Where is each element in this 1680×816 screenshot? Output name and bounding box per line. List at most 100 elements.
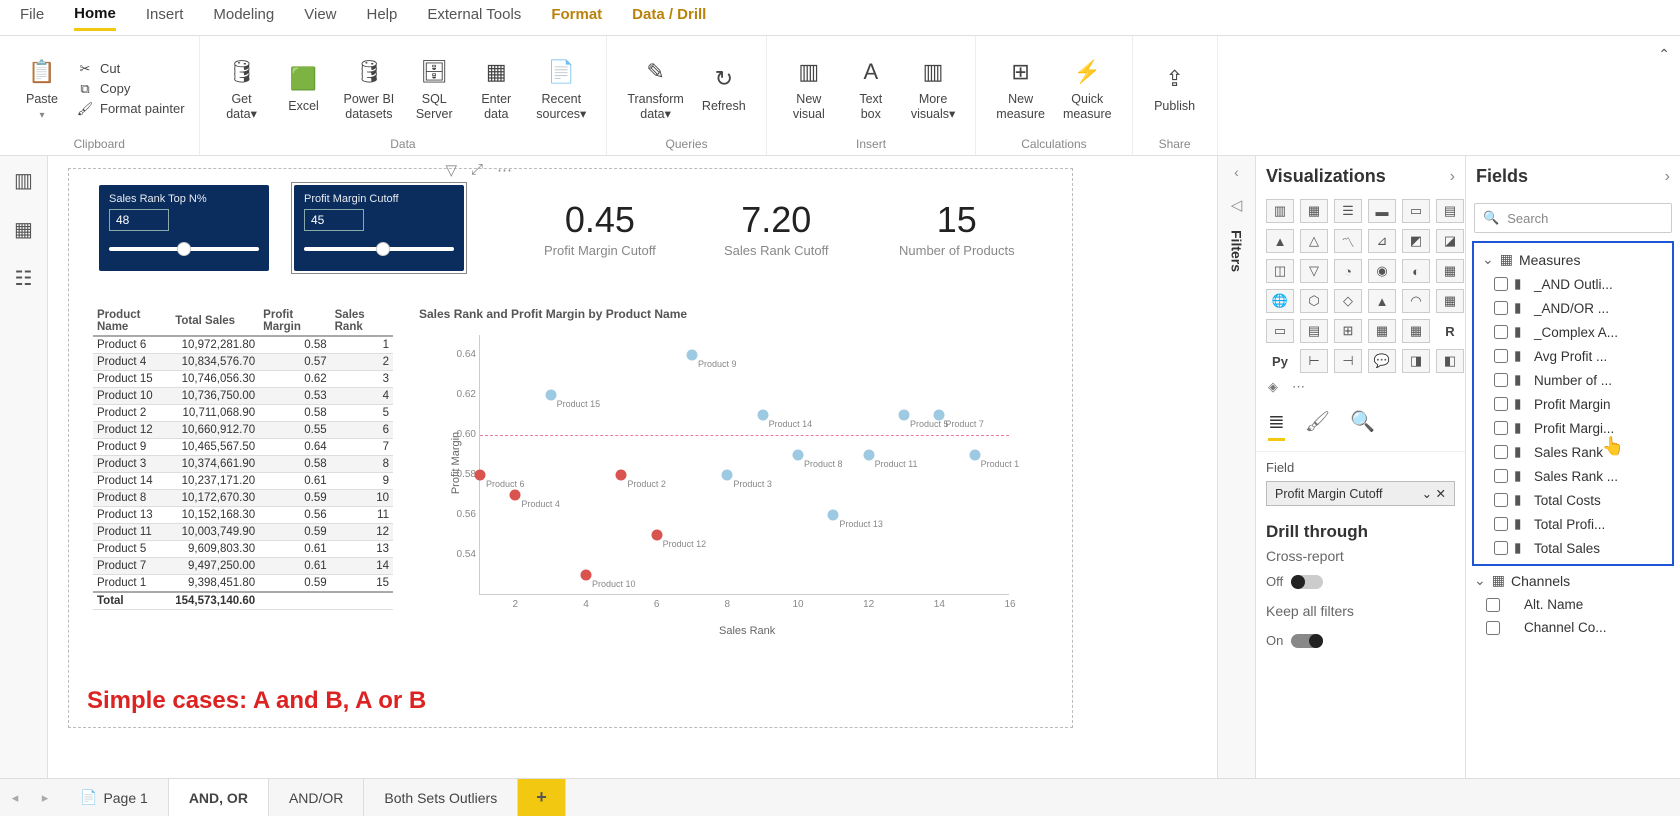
table-row[interactable]: Product 610,972,281.800.581	[93, 336, 393, 354]
chevron-right-icon[interactable]: ›	[1450, 168, 1455, 186]
viz-type-icon[interactable]: 〽	[1334, 229, 1362, 253]
excel-button[interactable]: 🟩Excel	[276, 59, 332, 117]
product-table[interactable]: Product NameTotal SalesProfit MarginSale…	[93, 307, 393, 610]
field-item[interactable]: Channel Co...	[1468, 616, 1678, 639]
filter-icon[interactable]: ▽	[445, 161, 457, 179]
field-item[interactable]: Alt. Name	[1468, 593, 1678, 616]
ribbon-tab-external-tools[interactable]: External Tools	[427, 6, 521, 29]
field-checkbox[interactable]	[1494, 301, 1508, 315]
ribbon-tab-home[interactable]: Home	[74, 5, 116, 31]
col-header[interactable]: Total Sales	[171, 307, 259, 336]
col-header[interactable]: Sales Rank	[331, 307, 393, 336]
chevron-right-icon[interactable]: ›	[1665, 168, 1670, 186]
new-measure-button[interactable]: ⊞New measure	[990, 52, 1051, 125]
data-point[interactable]	[545, 390, 556, 401]
table-row[interactable]: Product 19,398,451.800.5915	[93, 575, 393, 593]
data-point[interactable]	[687, 350, 698, 361]
cross-report-toggle[interactable]: Off	[1256, 568, 1465, 595]
eye-icon[interactable]: ◁	[1231, 196, 1243, 214]
field-item[interactable]: ▮Sales Rank ...	[1476, 464, 1670, 488]
table-row[interactable]: Product 1110,003,749.900.5912	[93, 524, 393, 541]
page-tab[interactable]: 📄Page 1	[60, 779, 169, 816]
analytics-tab-icon[interactable]: 🔍	[1350, 409, 1375, 441]
page-tab[interactable]: AND, OR	[169, 779, 269, 816]
collapse-ribbon-button[interactable]: ⌃	[1658, 46, 1670, 63]
add-page-button[interactable]: +	[518, 779, 566, 816]
copy-button[interactable]: ⧉Copy	[76, 81, 185, 97]
field-item[interactable]: ▮Avg Profit ...	[1476, 344, 1670, 368]
field-checkbox[interactable]	[1494, 541, 1508, 555]
field-checkbox[interactable]	[1494, 397, 1508, 411]
ribbon-tab-data-drill[interactable]: Data / Drill	[632, 6, 706, 29]
viz-type-icon[interactable]: R	[1436, 319, 1464, 343]
channels-header[interactable]: ⌄ ▦ Channels	[1468, 568, 1678, 593]
pbi-datasets-button[interactable]: 🛢Power BI datasets	[338, 52, 401, 125]
tab-next-button[interactable]: ▸	[30, 779, 60, 816]
recent-sources-button[interactable]: 📄Recent sources▾	[530, 52, 592, 125]
report-canvas[interactable]: ▽ ⤢ ⋯ Sales Rank Top N% 48 Profit Margin…	[68, 168, 1073, 728]
slicer-handle[interactable]	[376, 242, 390, 256]
data-point[interactable]	[793, 450, 804, 461]
slicer-sales-rank[interactable]: Sales Rank Top N% 48	[99, 185, 269, 271]
viz-type-icon[interactable]: ▥	[1266, 199, 1294, 223]
col-header[interactable]: Product Name	[93, 307, 171, 336]
field-pill[interactable]: Profit Margin Cutoff ⌄ ✕	[1266, 481, 1455, 506]
page-tab[interactable]: AND/OR	[269, 779, 364, 816]
tab-prev-button[interactable]: ◂	[0, 779, 30, 816]
slicer-handle[interactable]	[177, 242, 191, 256]
table-row[interactable]: Product 1210,660,912.700.556	[93, 422, 393, 439]
diamond-icon[interactable]: ◈	[1268, 379, 1278, 395]
viz-type-icon[interactable]: ▦	[1368, 319, 1396, 343]
viz-type-icon[interactable]: ◧	[1436, 349, 1464, 373]
viz-type-icon[interactable]: ⬡	[1300, 289, 1328, 313]
sql-button[interactable]: 🗄SQL Server	[406, 52, 462, 125]
table-row[interactable]: Product 1310,152,168.300.5611	[93, 507, 393, 524]
viz-type-icon[interactable]: ▬	[1368, 199, 1396, 223]
measures-header[interactable]: ⌄ ▦ Measures	[1476, 247, 1670, 272]
data-point[interactable]	[616, 470, 627, 481]
data-point[interactable]	[863, 450, 874, 461]
data-point[interactable]	[722, 470, 733, 481]
col-header[interactable]: Profit Margin	[259, 307, 330, 336]
field-checkbox[interactable]	[1494, 373, 1508, 387]
slicer-profit-margin[interactable]: Profit Margin Cutoff 45	[294, 185, 464, 271]
table-row[interactable]: Product 79,497,250.000.6114	[93, 558, 393, 575]
enter-data-button[interactable]: ▦Enter data	[468, 52, 524, 125]
viz-type-icon[interactable]: ◩	[1402, 229, 1430, 253]
data-point[interactable]	[581, 570, 592, 581]
field-checkbox[interactable]	[1494, 493, 1508, 507]
ribbon-tab-file[interactable]: File	[20, 6, 44, 29]
paste-button[interactable]: 📋 Paste ▾	[14, 52, 70, 125]
more-icon[interactable]: ⋯	[497, 161, 512, 179]
data-point[interactable]	[475, 470, 486, 481]
viz-type-icon[interactable]: ▦	[1436, 259, 1464, 283]
data-point[interactable]	[899, 410, 910, 421]
data-point[interactable]	[757, 410, 768, 421]
ribbon-tab-format[interactable]: Format	[551, 6, 602, 29]
table-row[interactable]: Product 210,711,068.900.585	[93, 405, 393, 422]
field-item[interactable]: ▮Total Costs	[1476, 488, 1670, 512]
field-checkbox[interactable]	[1494, 517, 1508, 531]
ribbon-tab-view[interactable]: View	[304, 6, 336, 29]
ribbon-tab-insert[interactable]: Insert	[146, 6, 184, 29]
field-item[interactable]: ▮_AND/OR ...	[1476, 296, 1670, 320]
table-row[interactable]: Product 1510,746,056.300.623	[93, 371, 393, 388]
field-checkbox[interactable]	[1486, 621, 1500, 635]
field-checkbox[interactable]	[1494, 469, 1508, 483]
slicer-track[interactable]	[304, 247, 454, 251]
slicer-value[interactable]: 48	[109, 209, 169, 231]
keep-filters-toggle[interactable]: On	[1256, 627, 1465, 654]
viz-type-icon[interactable]: ▭	[1266, 319, 1294, 343]
field-item[interactable]: ▮_AND Outli...	[1476, 272, 1670, 296]
viz-type-icon[interactable]: ◔	[1334, 259, 1362, 283]
field-checkbox[interactable]	[1494, 349, 1508, 363]
data-point[interactable]	[828, 510, 839, 521]
viz-type-icon[interactable]: ▦	[1436, 289, 1464, 313]
viz-type-icon[interactable]: ⊢	[1300, 349, 1328, 373]
table-row[interactable]: Product 410,834,576.700.572	[93, 354, 393, 371]
more-visuals-icon[interactable]: ⋯	[1292, 379, 1305, 395]
viz-type-icon[interactable]: ☰	[1334, 199, 1362, 223]
viz-type-icon[interactable]: ◨	[1402, 349, 1430, 373]
page-tab[interactable]: Both Sets Outliers	[364, 779, 518, 816]
viz-type-icon[interactable]: ⊞	[1334, 319, 1362, 343]
